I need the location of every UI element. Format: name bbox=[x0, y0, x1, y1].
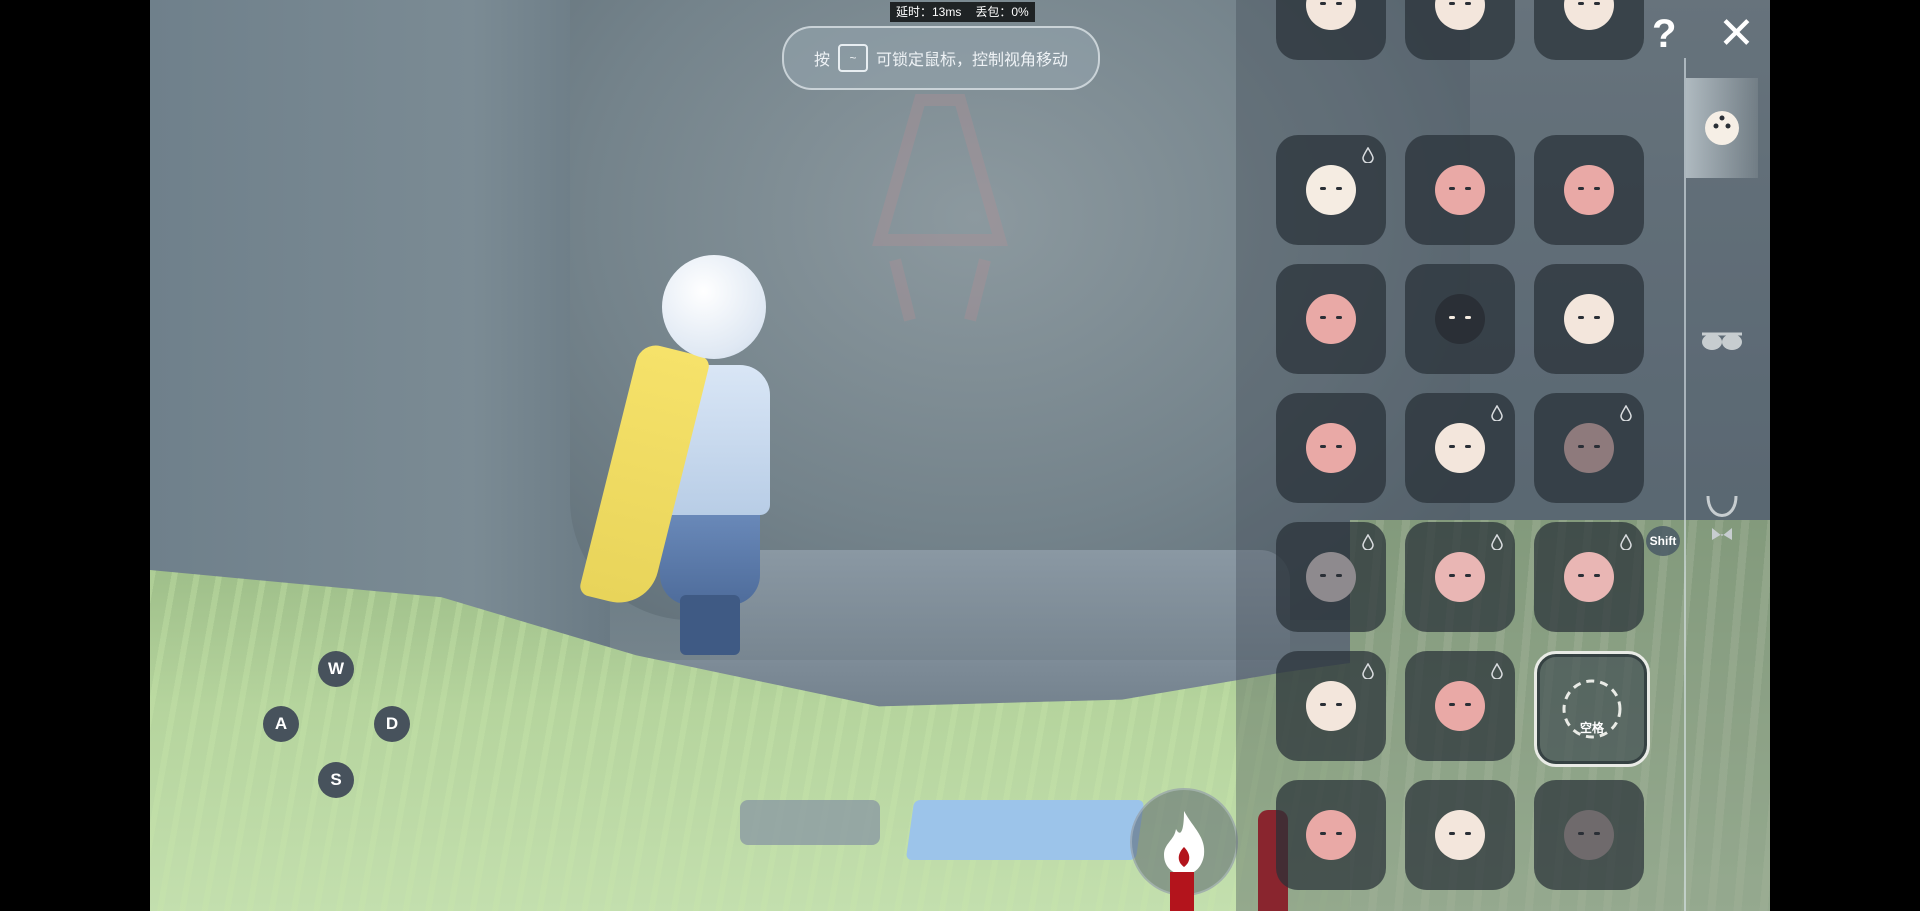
horned-mask-icon bbox=[1435, 423, 1485, 473]
mask-icon bbox=[1705, 111, 1739, 145]
dark-eyes-mask-icon bbox=[1435, 294, 1485, 344]
droplet-icon bbox=[1491, 662, 1503, 680]
mask-grid: 空格 bbox=[1276, 0, 1656, 911]
red-mark bbox=[1170, 872, 1194, 911]
scratch-mask-icon bbox=[1435, 165, 1485, 215]
star-cheek-mask-icon bbox=[1564, 165, 1614, 215]
droplet-icon bbox=[1620, 533, 1632, 551]
mask-bird-mask[interactable] bbox=[1534, 393, 1644, 503]
droplet-icon bbox=[1362, 662, 1374, 680]
necklace-icon bbox=[1706, 495, 1738, 540]
character-head bbox=[662, 255, 766, 359]
water-pool bbox=[905, 800, 1145, 860]
key-s[interactable]: S bbox=[318, 762, 354, 798]
bearded-mask-icon bbox=[1306, 0, 1356, 30]
plain-mask-top-icon bbox=[1435, 0, 1485, 30]
key-a[interactable]: A bbox=[263, 706, 299, 742]
mask-bearded-mask[interactable] bbox=[1276, 0, 1386, 60]
mask-bandana-mask[interactable] bbox=[1534, 780, 1644, 890]
shift-key[interactable]: Shift bbox=[1646, 526, 1680, 556]
mask-fox-mask[interactable] bbox=[1405, 780, 1515, 890]
mask-mustache-mask[interactable] bbox=[1276, 780, 1386, 890]
mask-plain-white-mask[interactable] bbox=[1276, 135, 1386, 245]
droplet-icon bbox=[1491, 404, 1503, 422]
mask-horned-mask[interactable] bbox=[1405, 393, 1515, 503]
mask-winged-mask[interactable] bbox=[1534, 0, 1644, 60]
close-icon[interactable]: ✕ bbox=[1718, 8, 1755, 59]
mustache-mask-icon bbox=[1306, 810, 1356, 860]
stone-slab bbox=[740, 800, 880, 845]
flower-mask-icon bbox=[1306, 294, 1356, 344]
mask-snake-mask[interactable] bbox=[1534, 522, 1644, 632]
wall-glyph-icon bbox=[872, 94, 1008, 322]
key-w[interactable]: W bbox=[318, 651, 354, 687]
key-d[interactable]: D bbox=[374, 706, 410, 742]
mask-plain-mask-top[interactable] bbox=[1405, 0, 1515, 60]
tab-mask[interactable] bbox=[1686, 78, 1758, 178]
bird-mask-icon bbox=[1564, 423, 1614, 473]
mask-tribal-white-mask[interactable] bbox=[1534, 264, 1644, 374]
grey-bird-mask-icon bbox=[1306, 552, 1356, 602]
bandana-mask-icon bbox=[1564, 810, 1614, 860]
gem-mask-icon bbox=[1435, 681, 1485, 731]
latency-text: 延时：13ms bbox=[896, 5, 962, 19]
moon-mask-icon bbox=[1306, 423, 1356, 473]
winged-mask-icon bbox=[1564, 0, 1614, 30]
mask-star-cheek-mask[interactable] bbox=[1534, 135, 1644, 245]
mask-moon-mask[interactable] bbox=[1276, 393, 1386, 503]
plain-white-mask-icon bbox=[1306, 165, 1356, 215]
tab-necklace[interactable] bbox=[1686, 470, 1758, 570]
mask-dark-eyes-mask[interactable] bbox=[1405, 264, 1515, 374]
droplet-icon bbox=[1491, 533, 1503, 551]
fox-mask-icon bbox=[1435, 810, 1485, 860]
player-character bbox=[578, 255, 770, 705]
mask-dragon-mask[interactable] bbox=[1405, 522, 1515, 632]
mouse-lock-hint: 按 ~ 可锁定鼠标，控制视角移动 bbox=[782, 26, 1100, 90]
mask-scratch-mask[interactable] bbox=[1405, 135, 1515, 245]
hint-text: 可锁定鼠标，控制视角移动 bbox=[876, 52, 1069, 69]
mask-grey-bird-mask[interactable] bbox=[1276, 522, 1386, 632]
dragon-mask-icon bbox=[1435, 552, 1485, 602]
flame-icon bbox=[1164, 811, 1205, 875]
tribal-white-mask-icon bbox=[1564, 294, 1614, 344]
packet-loss-text: 丢包：0% bbox=[975, 5, 1029, 19]
glasses-icon bbox=[1702, 332, 1742, 350]
mask-rose-mask[interactable] bbox=[1276, 651, 1386, 761]
mask-flower-mask[interactable] bbox=[1276, 264, 1386, 374]
rose-mask-icon bbox=[1306, 681, 1356, 731]
droplet-icon bbox=[1362, 533, 1374, 551]
droplet-icon bbox=[1362, 146, 1374, 164]
droplet-icon bbox=[1620, 404, 1632, 422]
snake-mask-icon bbox=[1564, 552, 1614, 602]
network-status: 延时：13ms 丢包：0% bbox=[890, 2, 1035, 22]
mask-gem-mask[interactable] bbox=[1405, 651, 1515, 761]
tab-glasses[interactable] bbox=[1686, 290, 1758, 390]
mask-dashed-empty-slot[interactable]: 空格 bbox=[1534, 651, 1650, 767]
hint-prefix: 按 bbox=[813, 52, 830, 69]
tilde-key-icon: ~ bbox=[838, 44, 868, 72]
space-key-label: 空格 bbox=[1579, 721, 1604, 735]
